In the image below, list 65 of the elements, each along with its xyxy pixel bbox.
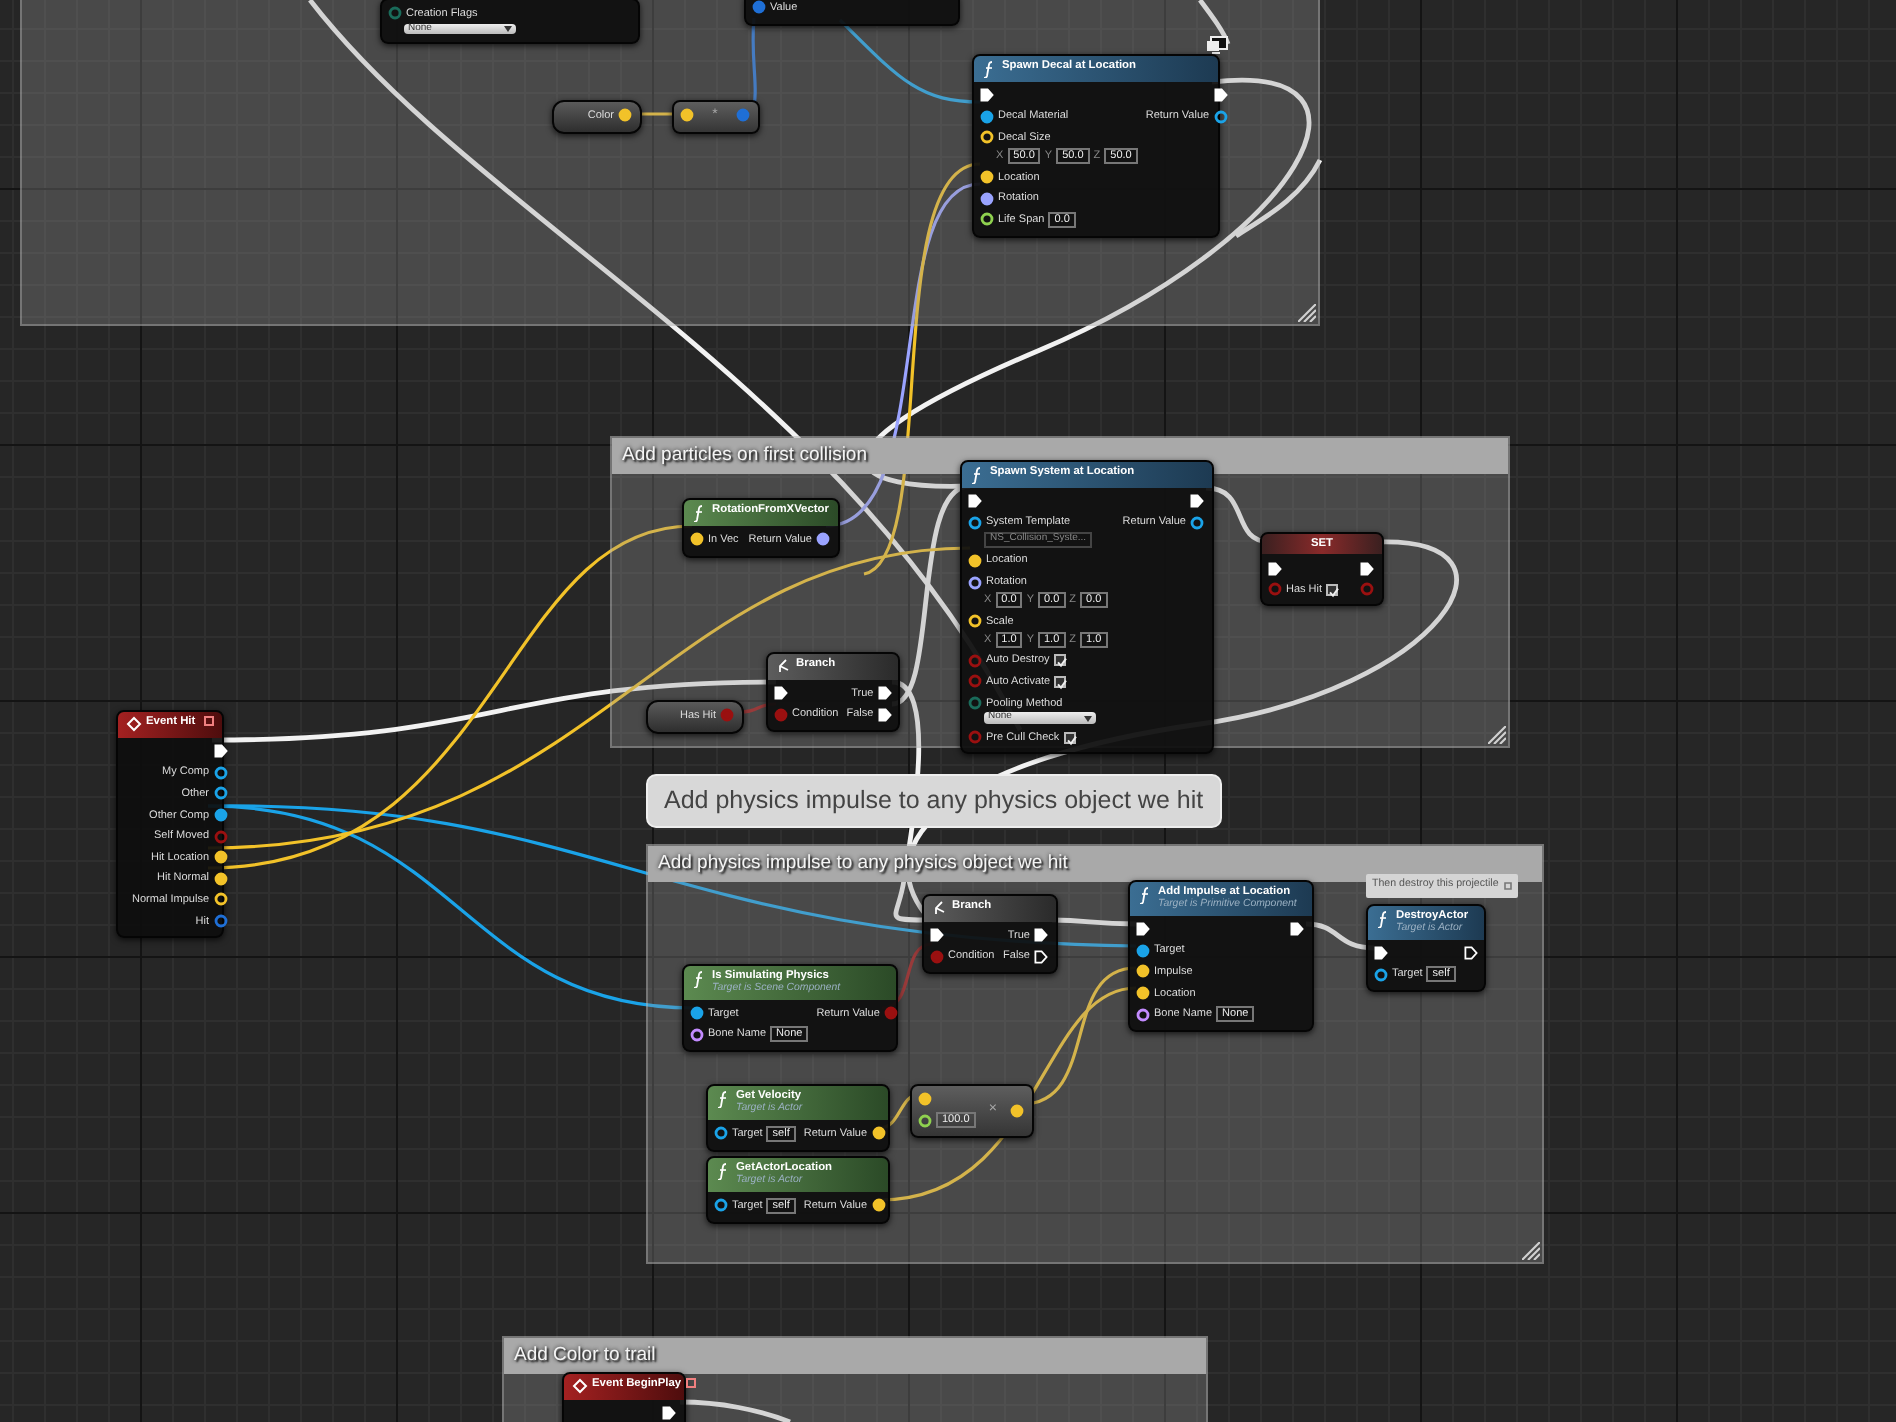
exec-pin-icon[interactable]: [1190, 494, 1204, 509]
pin-icon[interactable]: [968, 575, 982, 590]
delegate-pin-icon[interactable]: [685, 1378, 696, 1388]
exec-pin-icon[interactable]: [1034, 928, 1048, 943]
pin-icon[interactable]: [980, 212, 994, 227]
function-icon: [982, 60, 998, 78]
function-icon: [970, 466, 986, 484]
exec-pin-icon[interactable]: [1213, 88, 1228, 103]
pin-icon[interactable]: [213, 786, 228, 801]
function-icon: [1376, 910, 1392, 928]
exec-pin-icon[interactable]: [662, 1406, 676, 1421]
comment-bubble: Add physics impulse to any physics object we hit: [646, 774, 1222, 828]
pin-icon[interactable]: [918, 1113, 932, 1128]
resize-handle-icon[interactable]: [1298, 304, 1316, 322]
check-icon: [1328, 585, 1341, 598]
exec-pin-icon[interactable]: [1034, 949, 1048, 964]
pin-icon[interactable]: [690, 1006, 704, 1021]
pin-icon[interactable]: [714, 1198, 728, 1213]
exec-pin-icon[interactable]: [1374, 946, 1388, 961]
pin-icon[interactable]: [1190, 515, 1204, 530]
delegate-pin-icon[interactable]: [204, 716, 214, 726]
pin-icon[interactable]: [1213, 109, 1228, 124]
resize-handle-icon[interactable]: [1488, 726, 1506, 744]
collapse-icon[interactable]: [1504, 881, 1513, 890]
exec-pin-icon[interactable]: [877, 686, 892, 701]
event-icon: [126, 716, 142, 734]
exec-pin-icon[interactable]: [1463, 946, 1478, 961]
event-icon: [572, 1378, 588, 1396]
caret-icon: [1084, 715, 1092, 722]
pin-icon[interactable]: [690, 1027, 704, 1042]
pin-icon[interactable]: [213, 808, 228, 823]
pin-icon[interactable]: [1136, 943, 1150, 958]
pin-icon[interactable]: [1374, 967, 1388, 982]
function-icon: [1138, 886, 1154, 904]
caret-icon: [504, 25, 512, 32]
branch-icon: [932, 900, 948, 918]
pin-icon[interactable]: [714, 1126, 728, 1141]
exec-pin-icon[interactable]: [1136, 922, 1150, 937]
resize-handle-icon[interactable]: [1522, 1242, 1540, 1260]
exec-pin-icon[interactable]: [968, 494, 982, 509]
exec-pin-icon[interactable]: [1290, 922, 1304, 937]
exec-pin-icon[interactable]: [930, 928, 944, 943]
function-icon: [716, 1090, 732, 1108]
exec-pin-icon[interactable]: [980, 88, 994, 103]
branch-icon: [776, 658, 792, 676]
pin-icon[interactable]: [980, 109, 994, 124]
exec-pin-icon[interactable]: [1268, 561, 1282, 576]
pin-icon[interactable]: [816, 532, 830, 547]
exec-pin-icon[interactable]: [774, 686, 788, 701]
checkbox[interactable]: [1326, 583, 1339, 596]
check-icon: [1065, 733, 1078, 746]
exec-pin-icon[interactable]: [1360, 561, 1374, 576]
pin-icon[interactable]: [1136, 1007, 1150, 1022]
function-icon: [692, 970, 708, 988]
pin-icon[interactable]: [968, 515, 982, 530]
function-icon: [692, 504, 708, 522]
checkbox[interactable]: [1054, 675, 1067, 688]
pin-icon[interactable]: [980, 191, 994, 206]
exec-pin-icon[interactable]: [877, 707, 892, 722]
function-icon: [716, 1162, 732, 1180]
checkbox[interactable]: [1063, 731, 1076, 744]
pin-icon[interactable]: [213, 765, 228, 780]
checkbox[interactable]: [1053, 654, 1066, 667]
exec-pin-icon[interactable]: [213, 744, 228, 759]
exec-wire: [1198, 0, 1231, 45]
